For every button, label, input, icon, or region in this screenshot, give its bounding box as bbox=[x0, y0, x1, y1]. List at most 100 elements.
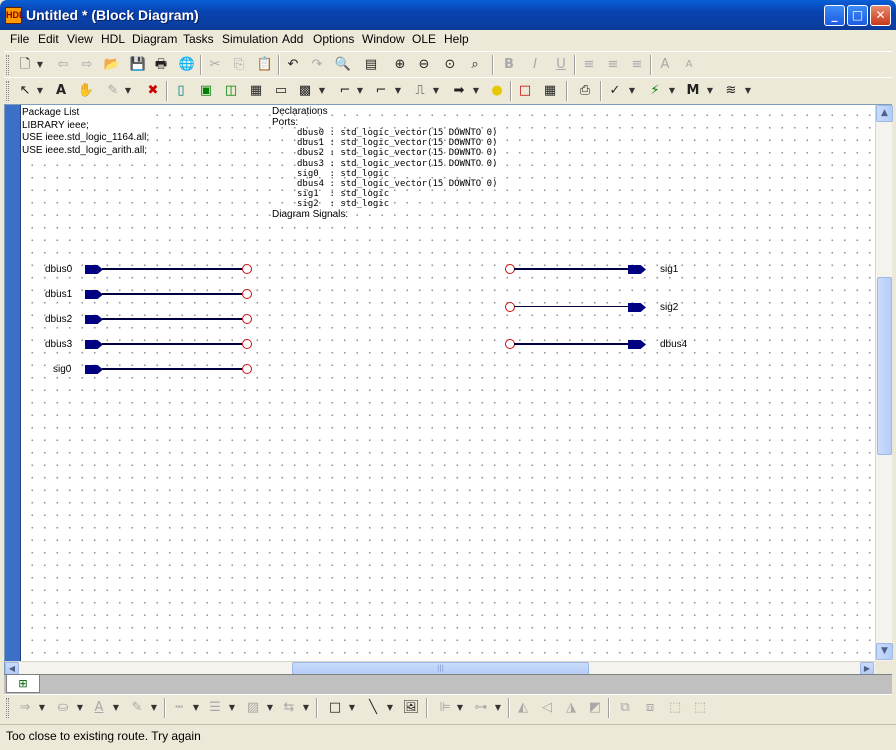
zoom-select-icon[interactable]: ⌕ bbox=[466, 56, 484, 74]
select-dropdown-icon[interactable]: ▼ bbox=[36, 82, 44, 100]
package-list[interactable]: Package List LIBRARY ieee; USE ieee.std_… bbox=[22, 107, 150, 157]
signal-wire[interactable] bbox=[102, 293, 242, 295]
signal-wire[interactable] bbox=[102, 268, 242, 270]
input-port-arrow[interactable] bbox=[85, 340, 103, 349]
symbol-icon[interactable]: ◫ bbox=[222, 82, 240, 100]
line-dropdown-icon[interactable]: ▼ bbox=[386, 699, 394, 717]
modelsim-icon[interactable]: M bbox=[684, 82, 702, 100]
signal-wire[interactable] bbox=[514, 268, 632, 270]
compile-icon[interactable]: ⚡ bbox=[646, 82, 664, 100]
line-style-icon[interactable]: ⇒ bbox=[16, 699, 34, 717]
ungroup-icon[interactable]: ⬚ bbox=[691, 699, 709, 717]
copy-icon[interactable]: ⎘ bbox=[230, 56, 248, 74]
pen-dropdown-icon[interactable]: ▼ bbox=[124, 82, 132, 100]
select-arrow-icon[interactable]: ↖ bbox=[16, 82, 34, 100]
fill-color-icon[interactable]: ⛀ bbox=[54, 699, 72, 717]
input-port-arrow[interactable] bbox=[85, 265, 103, 274]
distribute-icon[interactable]: ⊶ bbox=[472, 699, 490, 717]
toolbar-grip[interactable] bbox=[6, 698, 9, 718]
block-icon[interactable]: ▯ bbox=[172, 82, 190, 100]
line-width-icon[interactable]: ☰ bbox=[206, 699, 224, 717]
toolbar-grip[interactable] bbox=[6, 81, 9, 101]
align-right-icon[interactable]: ≡ bbox=[628, 56, 646, 74]
font-color-dropdown-icon[interactable]: ▼ bbox=[112, 699, 120, 717]
line-width-dropdown-icon[interactable]: ▼ bbox=[228, 699, 236, 717]
close-button[interactable]: ✕ bbox=[870, 5, 891, 26]
find-icon[interactable]: 🔍 bbox=[334, 56, 352, 74]
align-center-icon[interactable]: ≡ bbox=[604, 56, 622, 74]
block-diagram-tab[interactable]: ⊞ bbox=[6, 675, 40, 693]
connector-icon[interactable]: ● bbox=[488, 82, 506, 100]
dash-style-icon[interactable]: ┅ bbox=[170, 699, 188, 717]
signal-wire[interactable] bbox=[102, 343, 242, 345]
output-port-arrow[interactable] bbox=[628, 303, 646, 312]
net-icon[interactable]: ⎍ bbox=[411, 82, 429, 100]
back-icon[interactable]: ⇦ bbox=[54, 56, 72, 74]
line-style-dropdown-icon[interactable]: ▼ bbox=[38, 699, 46, 717]
open-icon[interactable]: 📂 bbox=[103, 56, 121, 74]
menu-add[interactable]: Add bbox=[282, 32, 303, 46]
menu-help[interactable]: Help bbox=[444, 32, 469, 46]
menu-view[interactable]: View bbox=[67, 32, 93, 46]
paste-icon[interactable]: 📋 bbox=[256, 56, 274, 74]
dash-style-dropdown-icon[interactable]: ▼ bbox=[192, 699, 200, 717]
vertical-scrollbar[interactable]: ▲ ▼ bbox=[875, 105, 893, 661]
fill-color-dropdown-icon[interactable]: ▼ bbox=[76, 699, 84, 717]
connector-dot[interactable] bbox=[242, 339, 252, 349]
signal-wire[interactable] bbox=[514, 343, 632, 345]
menu-ole[interactable]: OLE bbox=[412, 32, 436, 46]
print-preview-icon[interactable]: ⎙ bbox=[576, 82, 594, 100]
font-grow-icon[interactable]: A bbox=[656, 56, 674, 74]
new-icon[interactable]: 🗋 bbox=[16, 56, 34, 74]
menu-diagram[interactable]: Diagram bbox=[132, 32, 177, 46]
italic-icon[interactable]: I bbox=[526, 56, 544, 74]
minimize-button[interactable]: _ bbox=[824, 5, 845, 26]
output-port-arrow[interactable] bbox=[628, 340, 646, 349]
scroll-down-icon[interactable]: ▼ bbox=[876, 643, 893, 660]
line-color-icon[interactable]: ✎ bbox=[128, 699, 146, 717]
table-icon[interactable]: ▦ bbox=[541, 82, 559, 100]
declarations-block[interactable]: Declarations Ports: dbus0 : std_logic_ve… bbox=[272, 106, 497, 220]
wire-icon[interactable]: ⌐ bbox=[336, 82, 354, 100]
pattern-dropdown-icon[interactable]: ▼ bbox=[266, 699, 274, 717]
group-icon[interactable]: ⬚ bbox=[666, 699, 684, 717]
line-color-dropdown-icon[interactable]: ▼ bbox=[150, 699, 158, 717]
modelsim-dropdown-icon[interactable]: ▼ bbox=[706, 82, 714, 100]
connector-dot[interactable] bbox=[242, 314, 252, 324]
wire-dropdown-icon[interactable]: ▼ bbox=[356, 82, 364, 100]
menu-window[interactable]: Window bbox=[362, 32, 405, 46]
output-port-arrow[interactable] bbox=[628, 265, 646, 274]
horizontal-scrollbar[interactable]: ◀ ||| ▶ bbox=[5, 661, 875, 675]
embedded-icon[interactable]: ▭ bbox=[272, 82, 290, 100]
port-dropdown-icon[interactable]: ▼ bbox=[472, 82, 480, 100]
box-icon[interactable]: □ bbox=[516, 82, 534, 100]
bus-icon[interactable]: ⌐ bbox=[372, 82, 390, 100]
zoom-out-icon[interactable]: ⊖ bbox=[415, 56, 433, 74]
zoom-in-icon[interactable]: ⊕ bbox=[391, 56, 409, 74]
font-shrink-icon[interactable]: A bbox=[680, 56, 698, 74]
check-icon[interactable]: ✓ bbox=[606, 82, 624, 100]
bold-icon[interactable]: B bbox=[500, 56, 518, 74]
font-color-icon[interactable]: A bbox=[90, 699, 108, 717]
menu-options[interactable]: Options bbox=[313, 32, 354, 46]
text-tool-icon[interactable]: A bbox=[52, 82, 70, 100]
vertical-scroll-thumb[interactable] bbox=[877, 277, 892, 455]
save-icon[interactable]: 💾 bbox=[129, 56, 147, 74]
globe-icon[interactable]: 🌐 bbox=[178, 56, 196, 74]
hierarchy-icon[interactable]: ▩ bbox=[296, 82, 314, 100]
pen-icon[interactable]: ✎ bbox=[104, 82, 122, 100]
hand-icon[interactable]: ✋ bbox=[77, 82, 95, 100]
flip-vertical-icon[interactable]: ◁ bbox=[538, 699, 556, 717]
menu-tasks[interactable]: Tasks bbox=[183, 32, 214, 46]
line-icon[interactable]: ╲ bbox=[364, 699, 382, 717]
diagram-canvas[interactable]: Package List LIBRARY ieee; USE ieee.std_… bbox=[22, 105, 875, 661]
connector-dot[interactable] bbox=[242, 364, 252, 374]
properties-icon[interactable]: ▤ bbox=[362, 56, 380, 74]
check-dropdown-icon[interactable]: ▼ bbox=[628, 82, 636, 100]
menu-file[interactable]: File bbox=[10, 32, 29, 46]
hierarchy-dropdown-icon[interactable]: ▼ bbox=[318, 82, 326, 100]
signal-wire[interactable] bbox=[514, 306, 632, 307]
distribute-dropdown-icon[interactable]: ▼ bbox=[494, 699, 502, 717]
delete-wire-icon[interactable]: ✖ bbox=[144, 82, 162, 100]
net-dropdown-icon[interactable]: ▼ bbox=[432, 82, 440, 100]
